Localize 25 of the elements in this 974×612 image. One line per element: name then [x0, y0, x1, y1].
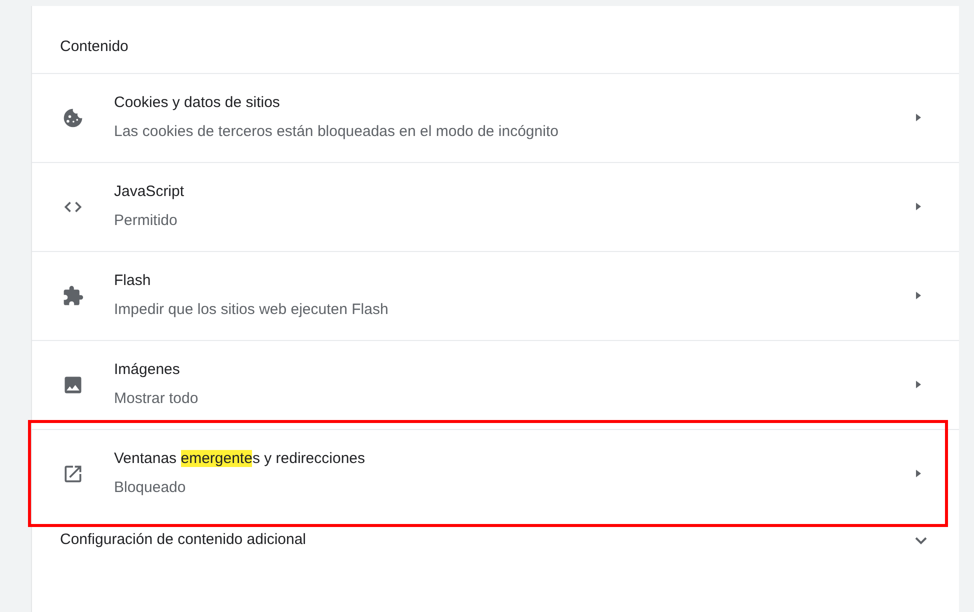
puzzle-piece-icon [62, 284, 84, 306]
settings-row[interactable]: Cookies y datos de sitios Las cookies de terceros están bloqueadas en el modo de incógnito [32, 72, 959, 162]
row-title: Cookies y datos de sitios [114, 92, 280, 112]
arrow-right-icon [916, 113, 921, 122]
row-subtitle: Las cookies de terceros están bloqueadas en el modo de incógnito [114, 122, 558, 142]
row-subtitle: Mostrar todo [114, 389, 198, 409]
arrow-right-icon [916, 469, 921, 478]
row-subtitle: Permitido [114, 211, 178, 231]
arrow-right-icon [916, 380, 921, 389]
chevron-down-icon[interactable] [915, 536, 927, 544]
section-heading: Contenido [60, 37, 128, 57]
settings-row[interactable]: Imágenes Mostrar todo [32, 340, 959, 428]
row-title: Ventanas emergentes y redirecciones [114, 448, 365, 468]
row-title: Imágenes [114, 360, 180, 380]
row-subtitle: Bloqueado [114, 478, 186, 498]
settings-row[interactable]: JavaScript Permitido [32, 162, 959, 250]
row-title: JavaScript [114, 182, 184, 202]
settings-row[interactable]: Ventanas emergentes y redirecciones Bloqueado [32, 428, 959, 518]
cookie-icon [62, 106, 84, 128]
arrow-right-icon [916, 202, 921, 211]
arrow-right-icon [916, 291, 921, 300]
settings-row[interactable]: Flash Impedir que los sitios web ejecuten Flash [32, 250, 959, 340]
row-title: Flash [114, 270, 151, 290]
row-subtitle: Impedir que los sitios web ejecuten Flash [114, 300, 388, 320]
additional-settings-toggle[interactable]: Configuración de contenido adicional [60, 529, 306, 552]
